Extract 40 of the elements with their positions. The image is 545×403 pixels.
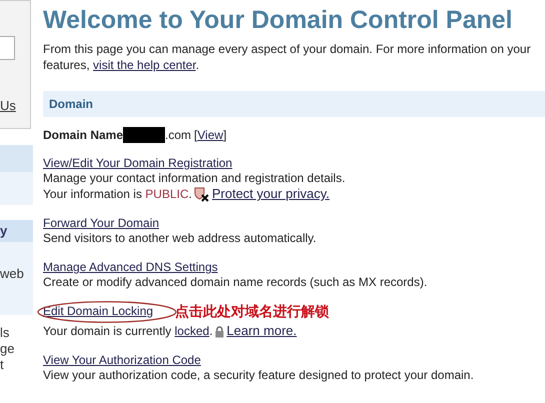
status-text: . [209,324,213,338]
intro-text: . [196,58,200,72]
view-link[interactable]: View [197,128,224,142]
domain-suffix: .com [165,128,192,142]
privacy-link[interactable]: Protect your privacy. [212,186,330,201]
lock-icon [214,326,224,338]
intro-text: From this page you can manage every aspect of your domain. For more information on your [43,42,531,56]
option-link[interactable]: View/Edit Your Domain Registration [43,156,232,171]
bracket-text: [ [194,128,198,142]
sidebar-text: web [0,266,24,281]
status-value: PUBLIC [145,187,189,201]
status-text: Your information is [43,187,143,201]
sidebar-link[interactable]: Us [0,98,16,113]
learn-more-link[interactable]: Learn more. [226,323,297,338]
sidebar-text: ge [0,341,14,357]
option-link[interactable]: Manage Advanced DNS Settings [43,260,218,276]
status-text: Your domain is currently [43,324,172,338]
section-header: Domain [43,91,545,117]
option-description: Manage your contact information and registration details. [43,171,346,186]
domain-name-label: Domain Name [43,128,124,142]
help-center-link[interactable]: visit the help center [93,58,196,72]
option-description: View your authorization code, a security feature designed to protect your domain. [43,368,475,384]
sidebar-item[interactable]: y [0,220,33,242]
status-link[interactable]: locked [174,324,210,338]
sidebar-item[interactable] [0,172,33,205]
intro-text: features, [43,58,91,72]
option-link[interactable]: View Your Authorization Code [43,353,201,368]
shield-x-icon [194,187,209,202]
bracket-text: ] [223,128,227,142]
page-title: Welcome to Your Domain Control Panel [43,5,514,35]
sidebar-item[interactable] [0,145,33,172]
status-text: . [188,187,192,201]
search-field[interactable] [0,36,15,60]
sidebar-text: ls [0,325,10,341]
redaction-bar [123,127,166,143]
option-link[interactable]: Forward Your Domain [43,216,160,232]
option-description: Send visitors to another web address automatically. [43,231,318,246]
sidebar-text: t [0,357,4,373]
option-description: Create or modify advanced domain name records (such as MX records). [43,275,428,290]
annotation-text: 点击此处对域名进行解锁 [175,304,330,320]
